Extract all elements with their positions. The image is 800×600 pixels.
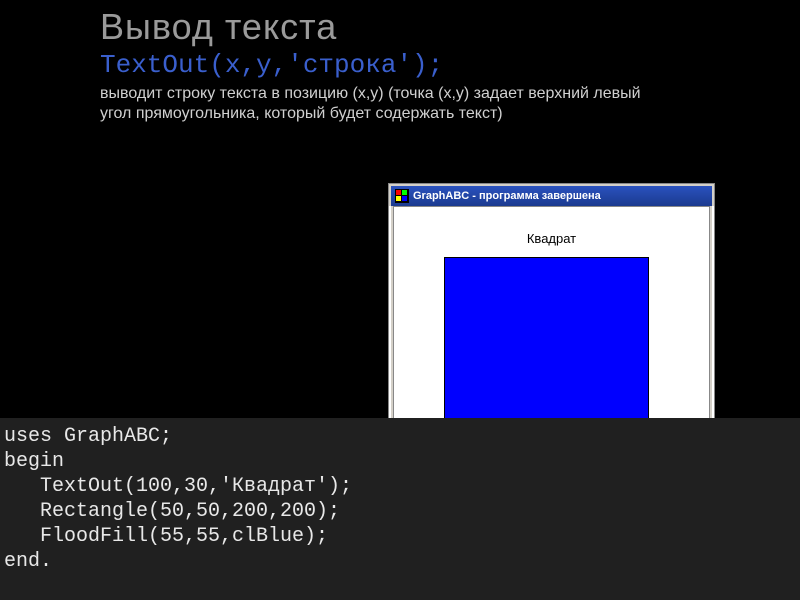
code-line: Rectangle(50,50,200,200); xyxy=(4,500,340,523)
code-line: end. xyxy=(4,550,52,573)
window-titlebar: GraphABC - программа завершена xyxy=(389,184,714,206)
code-line: FloodFill(55,55,clBlue); xyxy=(4,525,328,548)
code-line: begin xyxy=(4,450,64,473)
description-text: выводит строку текста в позицию (x,y) (т… xyxy=(100,84,660,124)
window-title: GraphABC - программа завершена xyxy=(413,190,601,202)
output-label: Квадрат xyxy=(527,231,576,246)
code-line: uses GraphABC; xyxy=(4,425,172,448)
code-line: TextOut(100,30,'Квадрат'); xyxy=(4,475,352,498)
syntax-signature: TextOut(x,y,'строка'); xyxy=(100,50,750,80)
slide-title: Вывод текста xyxy=(100,6,750,48)
code-block: uses GraphABC; begin TextOut(100,30,'Ква… xyxy=(0,418,800,600)
app-icon xyxy=(395,189,409,203)
